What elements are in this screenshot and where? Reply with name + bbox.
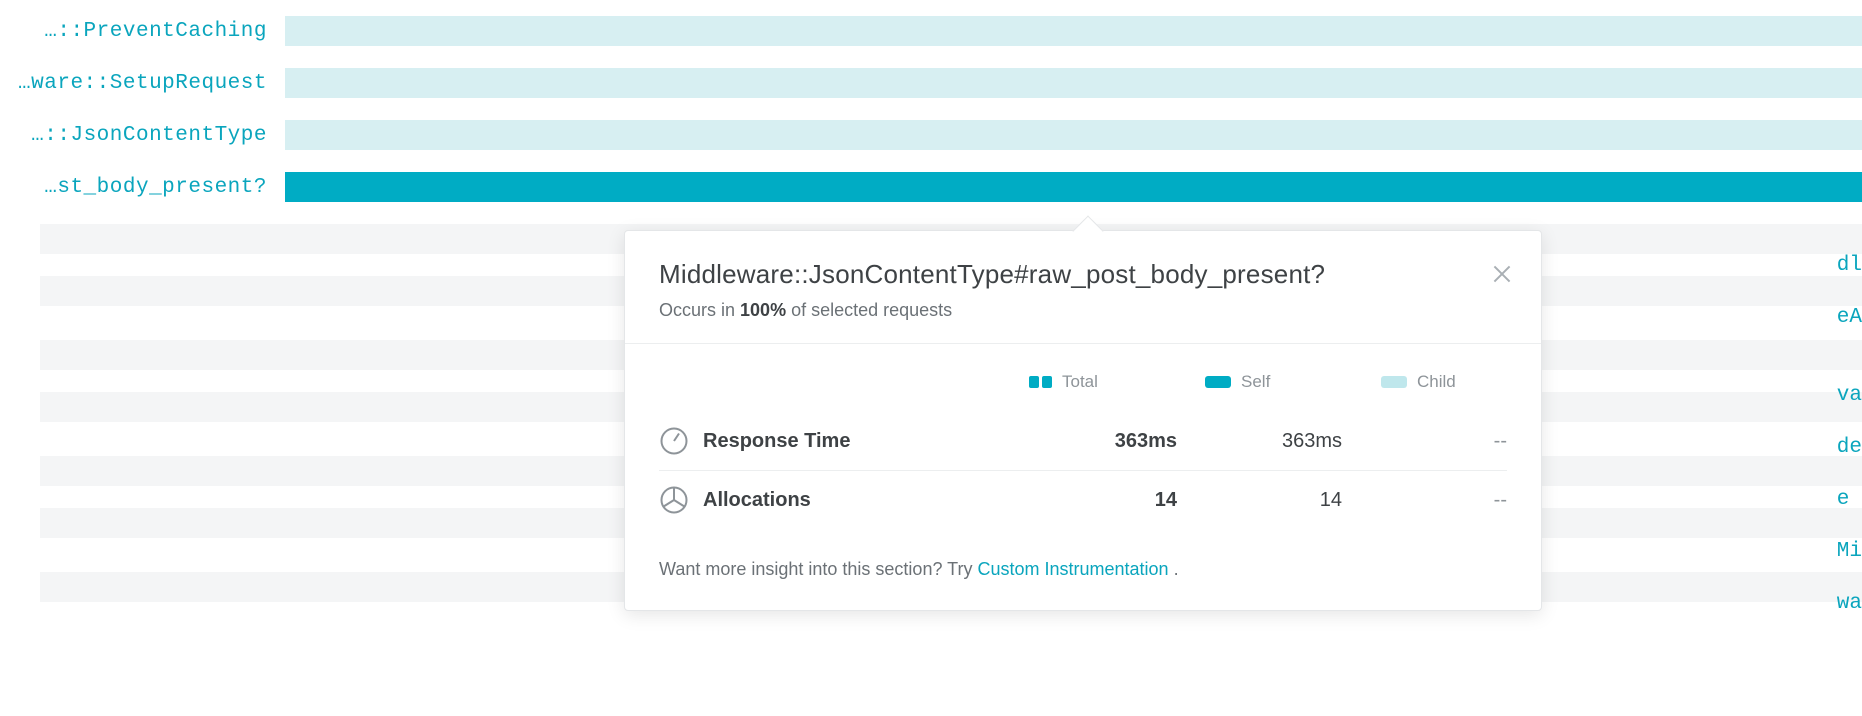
trace-bar-wrap [285, 120, 1862, 150]
close-button[interactable] [1489, 261, 1519, 291]
trace-label: …st_body_present? [0, 176, 285, 199]
custom-instrumentation-link[interactable]: Custom Instrumentation [977, 559, 1168, 579]
close-icon [1489, 261, 1515, 287]
trace-row[interactable]: …::PreventCaching [0, 12, 1862, 50]
obscured-label: de [1833, 428, 1862, 466]
trace-bar-wrap [285, 172, 1862, 202]
swatch-total-icon [1029, 376, 1052, 388]
metric-child: -- [1342, 489, 1507, 512]
swatch-self-icon [1205, 376, 1231, 388]
trace-bar[interactable] [285, 16, 1862, 46]
popover-title: Middleware::JsonContentType#raw_post_bod… [659, 259, 1507, 290]
trace-label: …ware::SetupRequest [0, 72, 285, 95]
legend-child: Child [1381, 372, 1501, 392]
legend-total: Total [1029, 372, 1149, 392]
metric-row-response-time: Response Time 363ms 363ms -- [659, 412, 1507, 471]
trace-row[interactable]: …ware::SetupRequest [0, 64, 1862, 102]
obscured-label: eA [1833, 298, 1862, 336]
metric-self: 14 [1177, 489, 1342, 512]
swatch-child-icon [1381, 376, 1407, 388]
metric-name: Allocations [703, 489, 1012, 512]
metric-name: Response Time [703, 430, 1012, 453]
trace-bar-wrap [285, 68, 1862, 98]
obscured-label: va [1833, 376, 1862, 414]
metric-child: -- [1342, 430, 1507, 453]
metric-total: 14 [1012, 489, 1177, 512]
obscured-label: dl [1833, 246, 1862, 284]
obscured-labels: dl eA va de e Mi wa [1833, 246, 1862, 622]
metric-self: 363ms [1177, 430, 1342, 453]
trace-row-selected[interactable]: …st_body_present? [0, 168, 1862, 206]
popover-body: Total Self Child Response Time 363ms 363… [625, 344, 1541, 537]
obscured-label: e [1833, 480, 1862, 518]
metric-row-allocations: Allocations 14 14 -- [659, 471, 1507, 529]
popover-header: Middleware::JsonContentType#raw_post_bod… [625, 231, 1541, 344]
trace-row[interactable]: …::JsonContentType [0, 116, 1862, 154]
trace-label: …::PreventCaching [0, 20, 285, 43]
trace-bar[interactable] [285, 172, 1862, 202]
trace-bar[interactable] [285, 68, 1862, 98]
obscured-label: Mi [1833, 532, 1862, 570]
trace-bar-wrap [285, 16, 1862, 46]
trace-detail-popover: Middleware::JsonContentType#raw_post_bod… [624, 230, 1542, 611]
popover-subtitle: Occurs in 100% of selected requests [659, 300, 1507, 321]
gauge-icon [659, 426, 689, 456]
metric-total: 363ms [1012, 430, 1177, 453]
legend-self: Self [1205, 372, 1325, 392]
pie-icon [659, 485, 689, 515]
metrics-legend: Total Self Child [659, 364, 1507, 412]
popover-footer: Want more insight into this section? Try… [625, 537, 1541, 610]
trace-bar[interactable] [285, 120, 1862, 150]
trace-label: …::JsonContentType [0, 124, 285, 147]
obscured-label: wa [1833, 584, 1862, 622]
